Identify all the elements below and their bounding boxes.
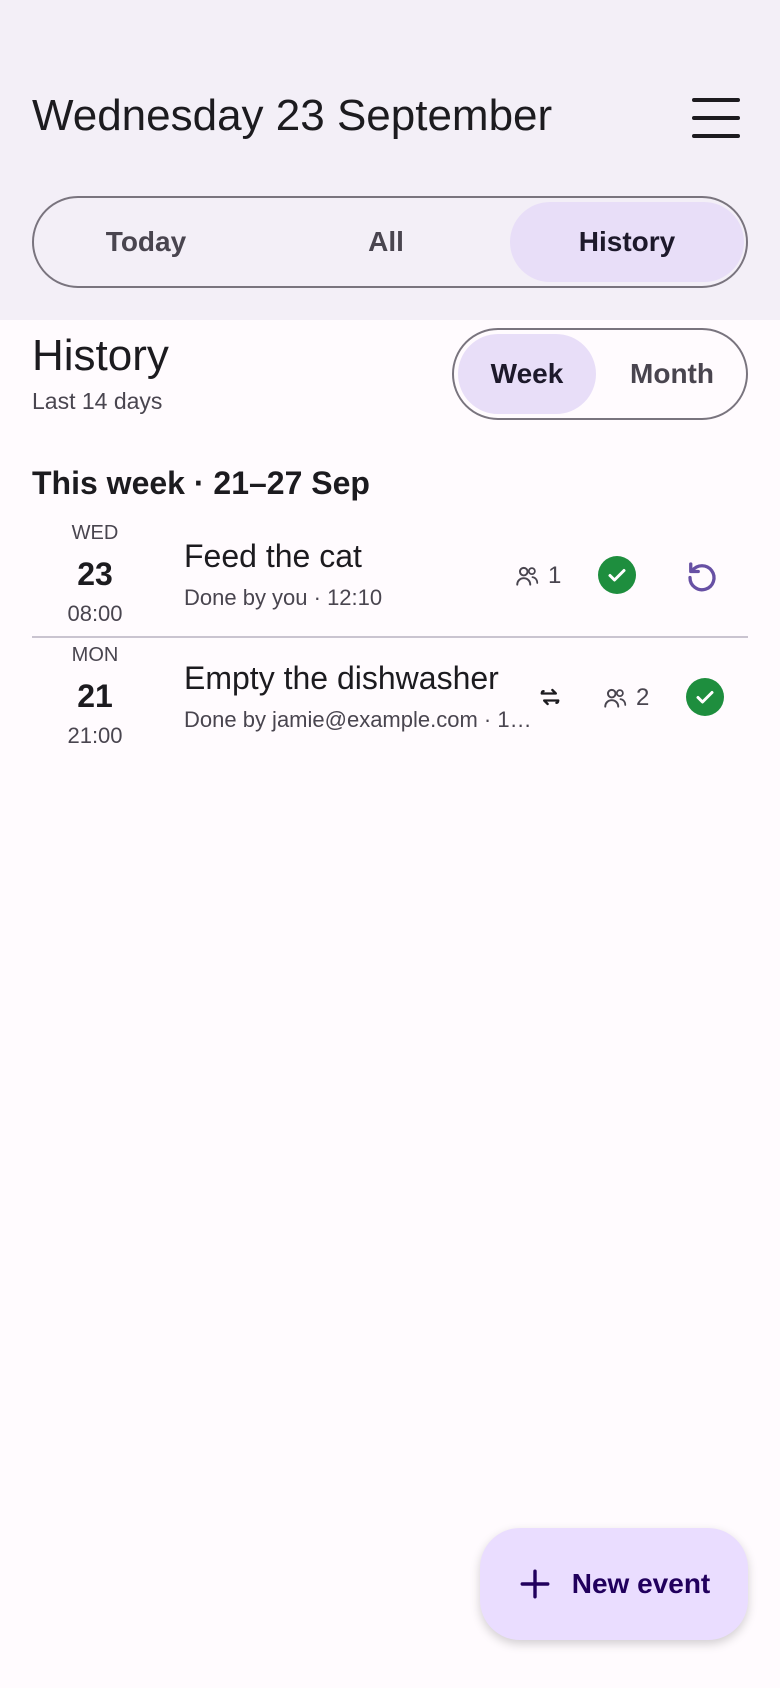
tab-today[interactable]: Today <box>38 202 254 282</box>
day-of-week: WED <box>71 522 119 544</box>
day-number: 21 <box>77 678 113 714</box>
list-item[interactable]: WED 23 08:00 Feed the cat Done by you · … <box>32 516 748 636</box>
done-check-icon <box>598 556 636 594</box>
list-item[interactable]: MON 21 21:00 Empty the dishwasher Done b… <box>32 638 748 758</box>
event-date: MON 21 21:00 <box>32 638 158 750</box>
tab-all[interactable]: All <box>278 202 494 282</box>
top-app-bar: Wednesday 23 September Today All History <box>0 0 780 320</box>
section-subtitle: Last 14 days <box>32 388 163 414</box>
new-event-button[interactable]: New event <box>480 1528 748 1640</box>
undo-icon <box>688 562 716 592</box>
people-icon <box>516 566 539 586</box>
plus-icon <box>520 1569 550 1599</box>
section-title: History <box>32 331 169 380</box>
week-heading: This week · 21–27 Sep <box>32 465 370 501</box>
menu-icon <box>692 98 740 102</box>
tab-history[interactable]: History <box>510 202 744 282</box>
event-completion: Done by you · 12:10 <box>184 585 383 610</box>
participants-count: 2 <box>602 678 649 718</box>
participants-value: 1 <box>548 562 562 589</box>
event-time: 08:00 <box>67 601 123 626</box>
new-event-label: New event <box>571 1568 711 1599</box>
participants-value: 2 <box>636 684 650 711</box>
menu-button[interactable] <box>686 92 746 144</box>
app-screen: Wednesday 23 September Today All History… <box>0 0 780 1688</box>
done-check-icon <box>686 678 724 716</box>
people-icon <box>604 688 627 708</box>
undo-button[interactable] <box>682 556 722 596</box>
view-tabs: Today All History <box>32 196 748 288</box>
event-time: 21:00 <box>67 723 123 748</box>
event-title: Feed the cat <box>184 538 362 574</box>
range-toggle: Week Month <box>452 328 748 420</box>
range-month-button[interactable]: Month <box>600 334 744 414</box>
page-title: Wednesday 23 September <box>32 91 553 140</box>
event-completion: Done by jamie@example.com · 1… <box>184 707 532 732</box>
event-title: Empty the dishwasher <box>184 660 499 696</box>
day-number: 23 <box>77 556 113 592</box>
day-of-week: MON <box>71 644 119 666</box>
range-week-button[interactable]: Week <box>458 334 596 414</box>
event-date: WED 23 08:00 <box>32 516 158 628</box>
participants-count: 1 <box>514 556 561 596</box>
repeat-icon <box>535 682 565 712</box>
